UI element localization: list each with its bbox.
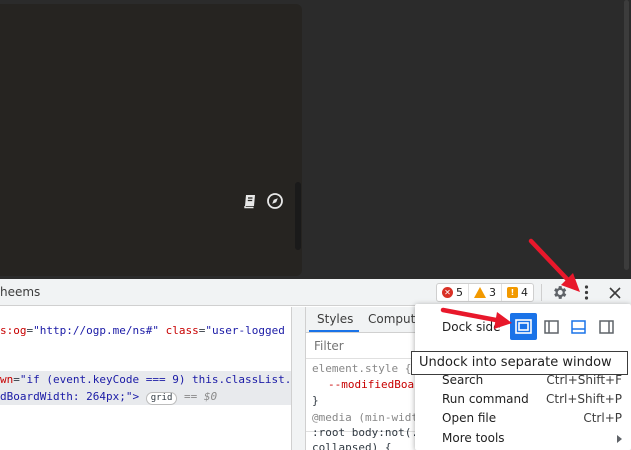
arrow-to-undock-icon — [440, 307, 512, 329]
arrow-to-more-options-icon — [528, 238, 580, 292]
annotation-arrows — [440, 238, 580, 329]
